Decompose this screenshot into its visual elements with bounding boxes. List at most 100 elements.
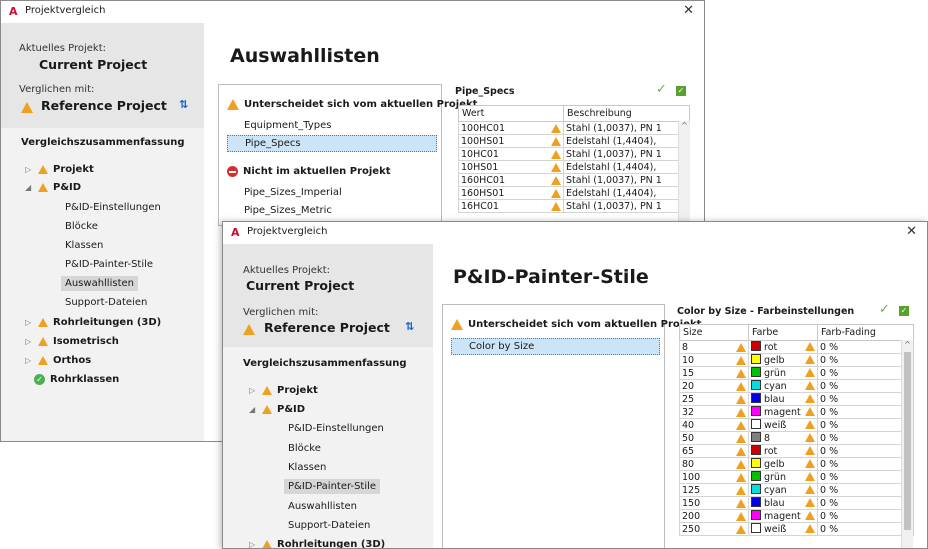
- table-row[interactable]: 100HC01 Stahl (1,0037), PN 1: [458, 121, 690, 135]
- cell-farbe[interactable]: grün: [748, 470, 818, 484]
- table-row[interactable]: 16HC01 Stahl (1,0037), PN 1: [458, 199, 690, 213]
- tree-item-painter-stile[interactable]: P&ID-Painter-Stile: [65, 259, 153, 270]
- cell-size[interactable]: 100: [679, 470, 749, 484]
- tree-item-pid[interactable]: ◢ P&ID: [25, 182, 81, 193]
- tree-item-isometrisch[interactable]: ▷ Isometrisch: [25, 336, 119, 347]
- cell-wert[interactable]: 10HC01: [458, 147, 564, 161]
- tree-item-auswahllisten[interactable]: Auswahllisten: [61, 276, 138, 291]
- cell-farb-fading[interactable]: 0 %: [817, 353, 914, 367]
- close-icon[interactable]: ✕: [683, 3, 694, 18]
- tree-item-painter-stile[interactable]: P&ID-Painter-Stile: [284, 479, 381, 494]
- tree-item-pid-einstellungen[interactable]: P&ID-Einstellungen: [288, 423, 384, 434]
- cell-beschreibung[interactable]: Stahl (1,0037), PN 1: [563, 173, 690, 187]
- tree-item-orthos[interactable]: ▷ Orthos: [25, 355, 91, 366]
- cell-farb-fading[interactable]: 0 %: [817, 522, 914, 536]
- table-row[interactable]: 10 gelb 0 %: [679, 353, 914, 367]
- table-row[interactable]: 32 magent 0 %: [679, 405, 914, 419]
- list-item-pipe-sizes-imperial[interactable]: Pipe_Sizes_Imperial: [244, 187, 342, 198]
- cell-size[interactable]: 15: [679, 366, 749, 380]
- table-row[interactable]: 8 rot 0 %: [679, 340, 914, 354]
- cell-farb-fading[interactable]: 0 %: [817, 340, 914, 354]
- cell-farb-fading[interactable]: 0 %: [817, 483, 914, 497]
- table-row[interactable]: 65 rot 0 %: [679, 444, 914, 458]
- column-header-size[interactable]: Size: [679, 324, 749, 341]
- expand-arrow-icon[interactable]: ▷: [25, 337, 33, 346]
- cell-beschreibung[interactable]: Edelstahl (1,4404),: [563, 160, 690, 174]
- table-row[interactable]: 10HC01 Stahl (1,0037), PN 1: [458, 147, 690, 161]
- cell-farb-fading[interactable]: 0 %: [817, 457, 914, 471]
- cell-size[interactable]: 25: [679, 392, 749, 406]
- cell-farbe[interactable]: rot: [748, 340, 818, 354]
- cell-farb-fading[interactable]: 0 %: [817, 405, 914, 419]
- table-row[interactable]: 125 cyan 0 %: [679, 483, 914, 497]
- cell-wert[interactable]: 100HS01: [458, 134, 564, 148]
- table-row[interactable]: 80 gelb 0 %: [679, 457, 914, 471]
- table-row[interactable]: 20 cyan 0 %: [679, 379, 914, 393]
- cell-farbe[interactable]: magent: [748, 509, 818, 523]
- cell-size[interactable]: 40: [679, 418, 749, 432]
- table-row[interactable]: 160HS01 Edelstahl (1,4404),: [458, 186, 690, 200]
- tree-item-bloecke[interactable]: Blöcke: [288, 443, 321, 454]
- cell-farbe[interactable]: weiß: [748, 522, 818, 536]
- cell-wert[interactable]: 100HC01: [458, 121, 564, 135]
- cell-beschreibung[interactable]: Edelstahl (1,4404),: [563, 186, 690, 200]
- cell-size[interactable]: 125: [679, 483, 749, 497]
- cell-size[interactable]: 10: [679, 353, 749, 367]
- tree-item-auswahllisten[interactable]: Auswahllisten: [288, 501, 357, 512]
- table-row[interactable]: 50 8 0 %: [679, 431, 914, 445]
- column-header-farb-fading[interactable]: Farb-Fading: [817, 324, 914, 341]
- tree-item-projekt[interactable]: ▷ Projekt: [25, 164, 94, 175]
- cell-wert[interactable]: 160HC01: [458, 173, 564, 187]
- tree-item-rohrklassen[interactable]: ✓ Rohrklassen: [34, 374, 119, 385]
- tree-item-rohrleitungen[interactable]: ▷ Rohrleitungen (3D): [25, 317, 161, 328]
- swap-projects-icon[interactable]: ⇅: [179, 98, 188, 111]
- cell-size[interactable]: 150: [679, 496, 749, 510]
- cell-farbe[interactable]: blau: [748, 392, 818, 406]
- column-header-beschreibung[interactable]: Beschreibung: [563, 105, 690, 122]
- cell-beschreibung[interactable]: Edelstahl (1,4404),: [563, 134, 690, 148]
- expand-arrow-icon[interactable]: ▷: [249, 386, 257, 395]
- collapse-arrow-icon[interactable]: ◢: [249, 405, 257, 414]
- column-header-wert[interactable]: Wert: [458, 105, 564, 122]
- column-header-farbe[interactable]: Farbe: [748, 324, 818, 341]
- tree-item-projekt[interactable]: ▷ Projekt: [249, 385, 318, 396]
- cell-farbe[interactable]: grün: [748, 366, 818, 380]
- cell-size[interactable]: 32: [679, 405, 749, 419]
- list-item-pipe-specs[interactable]: Pipe_Specs: [227, 135, 437, 152]
- tree-item-support-dateien[interactable]: Support-Dateien: [288, 520, 370, 531]
- cell-farbe[interactable]: blau: [748, 496, 818, 510]
- tree-item-pid[interactable]: ◢ P&ID: [249, 404, 305, 415]
- tree-item-klassen[interactable]: Klassen: [65, 240, 103, 251]
- expand-arrow-icon[interactable]: ▷: [25, 165, 33, 174]
- tree-item-bloecke[interactable]: Blöcke: [65, 221, 98, 232]
- expand-arrow-icon[interactable]: ▷: [25, 318, 33, 327]
- scroll-up-icon[interactable]: ^: [679, 121, 690, 130]
- cell-beschreibung[interactable]: Stahl (1,0037), PN 1: [563, 121, 690, 135]
- cell-size[interactable]: 20: [679, 379, 749, 393]
- cell-size[interactable]: 250: [679, 522, 749, 536]
- table-row[interactable]: 10HS01 Edelstahl (1,4404),: [458, 160, 690, 174]
- tree-item-rohrleitungen[interactable]: ▷ Rohrleitungen (3D): [249, 539, 385, 548]
- table-row[interactable]: 25 blau 0 %: [679, 392, 914, 406]
- table-row[interactable]: 100 grün 0 %: [679, 470, 914, 484]
- tree-item-support-dateien[interactable]: Support-Dateien: [65, 297, 147, 308]
- tree-item-klassen[interactable]: Klassen: [288, 462, 326, 473]
- table-row[interactable]: 250 weiß 0 %: [679, 522, 914, 536]
- cell-size[interactable]: 65: [679, 444, 749, 458]
- accept-all-icon[interactable]: ✓: [676, 86, 686, 96]
- grid-scrollbar[interactable]: ^: [901, 340, 913, 548]
- cell-farb-fading[interactable]: 0 %: [817, 444, 914, 458]
- swap-projects-icon[interactable]: ⇅: [405, 320, 414, 333]
- cell-size[interactable]: 50: [679, 431, 749, 445]
- cell-farbe[interactable]: gelb: [748, 457, 818, 471]
- cell-farb-fading[interactable]: 0 %: [817, 418, 914, 432]
- cell-farbe[interactable]: magent: [748, 405, 818, 419]
- table-row[interactable]: 40 weiß 0 %: [679, 418, 914, 432]
- cell-size[interactable]: 80: [679, 457, 749, 471]
- table-row[interactable]: 100HS01 Edelstahl (1,4404),: [458, 134, 690, 148]
- cell-beschreibung[interactable]: Stahl (1,0037), PN 1: [563, 147, 690, 161]
- cell-wert[interactable]: 160HS01: [458, 186, 564, 200]
- cell-size[interactable]: 200: [679, 509, 749, 523]
- cell-farb-fading[interactable]: 0 %: [817, 431, 914, 445]
- cell-wert[interactable]: 10HS01: [458, 160, 564, 174]
